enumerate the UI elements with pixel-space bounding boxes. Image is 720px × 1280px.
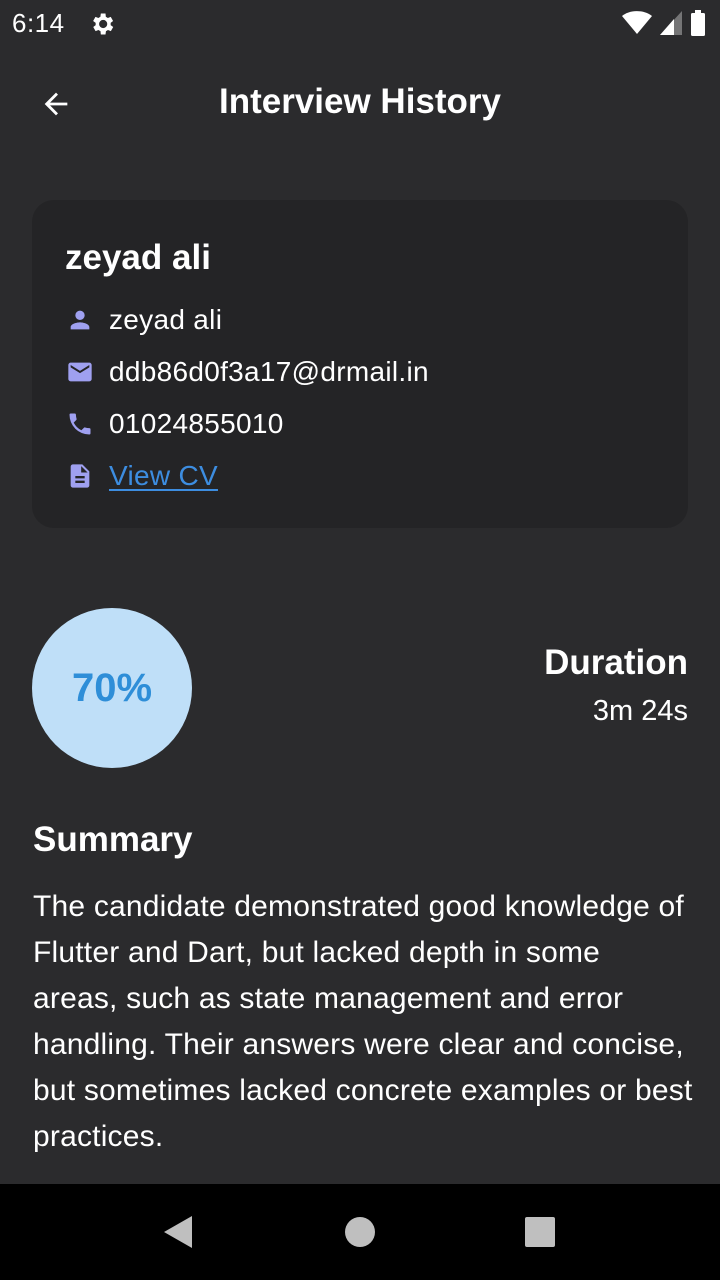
app-bar: Interview History	[0, 58, 720, 150]
recents-square-icon[interactable]	[520, 1212, 560, 1252]
summary-title: Summary	[33, 820, 193, 859]
score-circle: 70%	[32, 608, 192, 768]
score-percent: 70%	[71, 665, 153, 710]
candidate-name: zeyad ali	[109, 304, 223, 335]
status-icons	[622, 9, 706, 41]
gear-icon	[88, 10, 116, 38]
candidate-name-heading: zeyad ali	[65, 238, 211, 277]
phone-icon	[65, 409, 95, 439]
page-title: Interview History	[218, 82, 502, 121]
duration-label: Duration	[544, 643, 688, 682]
name-row: zeyad ali	[65, 300, 222, 340]
cellular-signal-icon	[660, 10, 682, 40]
battery-icon	[690, 9, 706, 41]
phone-row: 01024855010	[65, 404, 284, 444]
status-bar: 6:14	[0, 0, 720, 50]
candidate-phone: 01024855010	[109, 408, 284, 439]
duration-value: 3m 24s	[592, 695, 688, 727]
wifi-icon	[622, 10, 652, 40]
cv-row: View CV	[65, 456, 218, 496]
home-circle-icon[interactable]	[340, 1212, 380, 1252]
back-triangle-icon[interactable]	[158, 1212, 198, 1252]
status-time: 6:14	[12, 8, 65, 38]
candidate-email: ddb86d0f3a17@drmail.in	[109, 356, 429, 387]
person-icon	[65, 305, 95, 335]
document-icon	[65, 461, 95, 491]
system-nav-bar	[0, 1184, 720, 1280]
mail-icon	[65, 357, 95, 387]
view-cv-link[interactable]: View CV	[109, 460, 218, 492]
candidate-card: zeyad ali zeyad ali ddb86d0f3a17@drmail.…	[32, 200, 688, 528]
email-row: ddb86d0f3a17@drmail.in	[65, 352, 429, 392]
summary-text: The candidate demonstrated good knowledg…	[33, 890, 693, 1153]
